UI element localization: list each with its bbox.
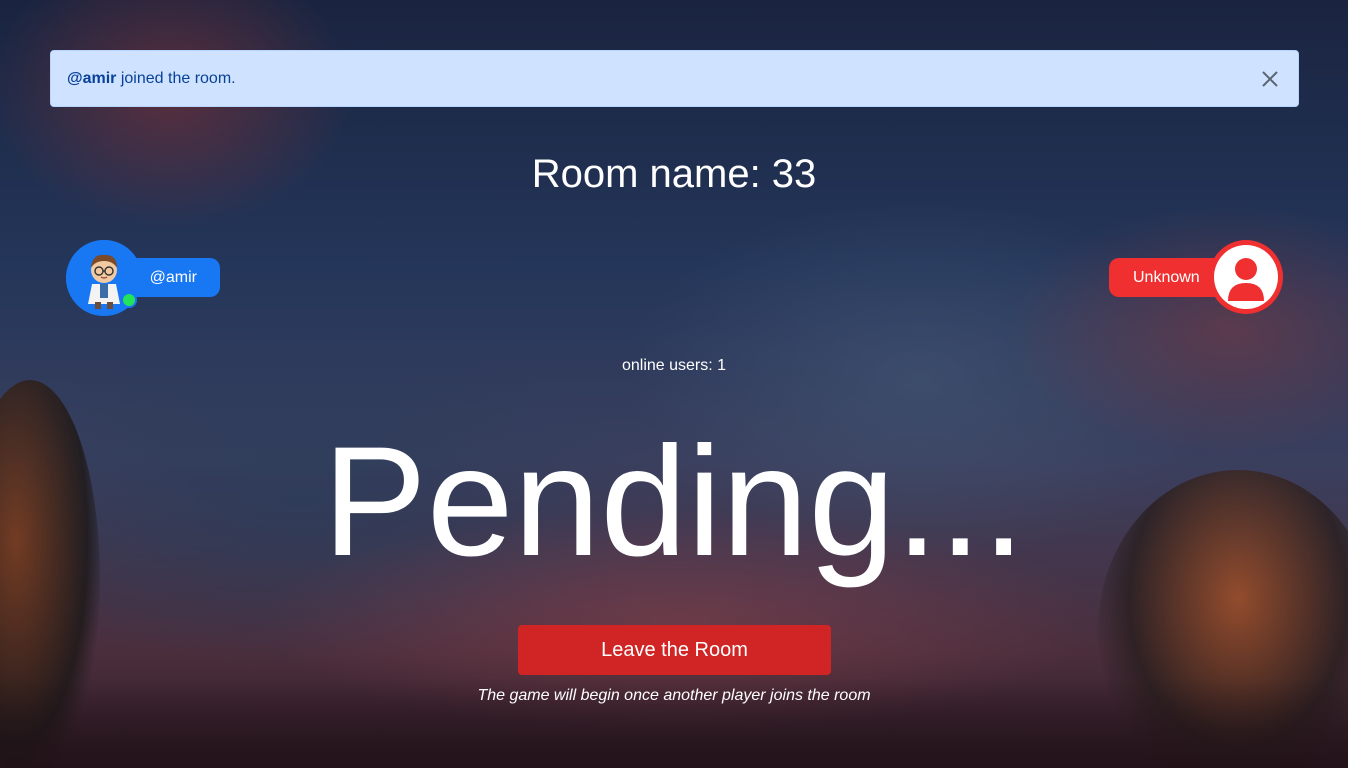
online-status-dot (121, 292, 137, 308)
alert-username: @amir (67, 69, 117, 87)
pending-status: Pending... (322, 415, 1026, 589)
online-users-count: online users: 1 (621, 357, 727, 374)
alert-message: joined the room. (116, 69, 236, 87)
leave-room-button[interactable]: Leave the Room (518, 625, 831, 675)
alert-text: @amir joined the room. (67, 70, 236, 88)
waiting-hint: The game will begin once another player … (477, 687, 871, 704)
close-icon[interactable] (1256, 65, 1284, 93)
default-user-icon (1209, 240, 1283, 314)
join-alert: @amir joined the room. (50, 50, 1299, 107)
player-right: Unknown (1109, 240, 1283, 316)
avatar-placeholder (1214, 245, 1278, 309)
game-room-screen: @amir joined the room. Room name: 33 @am… (0, 0, 1348, 768)
room-title: Room name: 33 (531, 152, 817, 196)
